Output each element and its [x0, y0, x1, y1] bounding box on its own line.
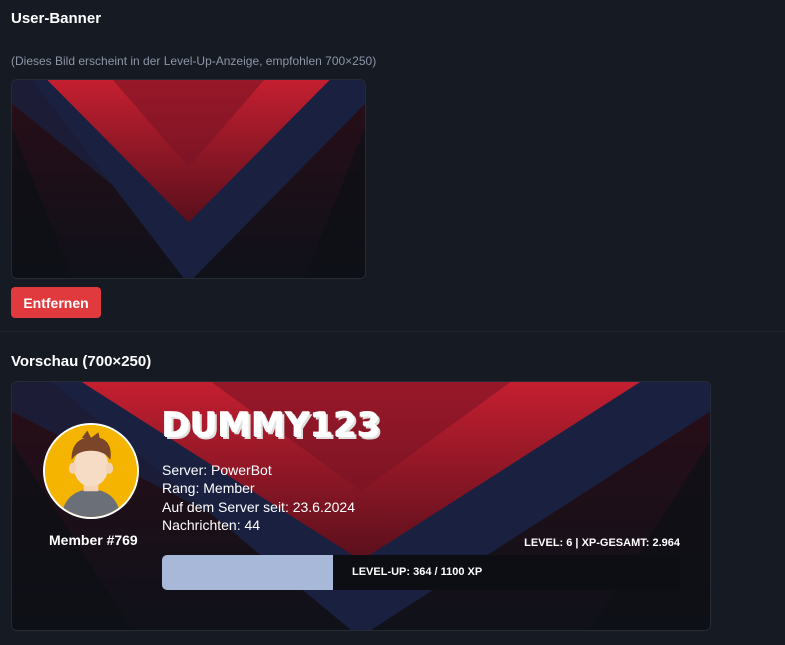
- section-divider: [0, 331, 785, 332]
- banner-image-thumbnail[interactable]: [11, 79, 366, 279]
- banner-artwork: [12, 80, 365, 278]
- server-info: Server: PowerBot: [162, 462, 272, 478]
- rank-info: Rang: Member: [162, 480, 255, 496]
- level-summary: LEVEL: 6 | XP-GESAMT: 2.964: [524, 537, 680, 549]
- user-banner-settings: User-Banner (Dieses Bild erscheint in de…: [0, 0, 785, 645]
- messages-info: Nachrichten: 44: [162, 517, 261, 533]
- level-up-card-preview: Member #769 DUMMY123 Server: PowerBot Ra…: [11, 381, 711, 631]
- banner-hint: (Dieses Bild erscheint in der Level-Up-A…: [11, 54, 377, 68]
- user-avatar-icon: [45, 425, 137, 517]
- username-label: DUMMY123: [162, 406, 382, 446]
- banner-section-title: User-Banner: [11, 10, 102, 27]
- remove-banner-button[interactable]: Entfernen: [11, 287, 101, 318]
- xp-progress-text: LEVEL-UP: 364 / 1100 XP: [352, 566, 483, 578]
- xp-progress-bar: LEVEL-UP: 364 / 1100 XP: [162, 555, 680, 590]
- avatar: [43, 423, 139, 519]
- joined-info: Auf dem Server seit: 23.6.2024: [162, 499, 355, 515]
- member-number-label: Member #769: [49, 532, 138, 548]
- preview-section-title: Vorschau (700×250): [11, 353, 152, 370]
- xp-progress-fill: [162, 555, 334, 590]
